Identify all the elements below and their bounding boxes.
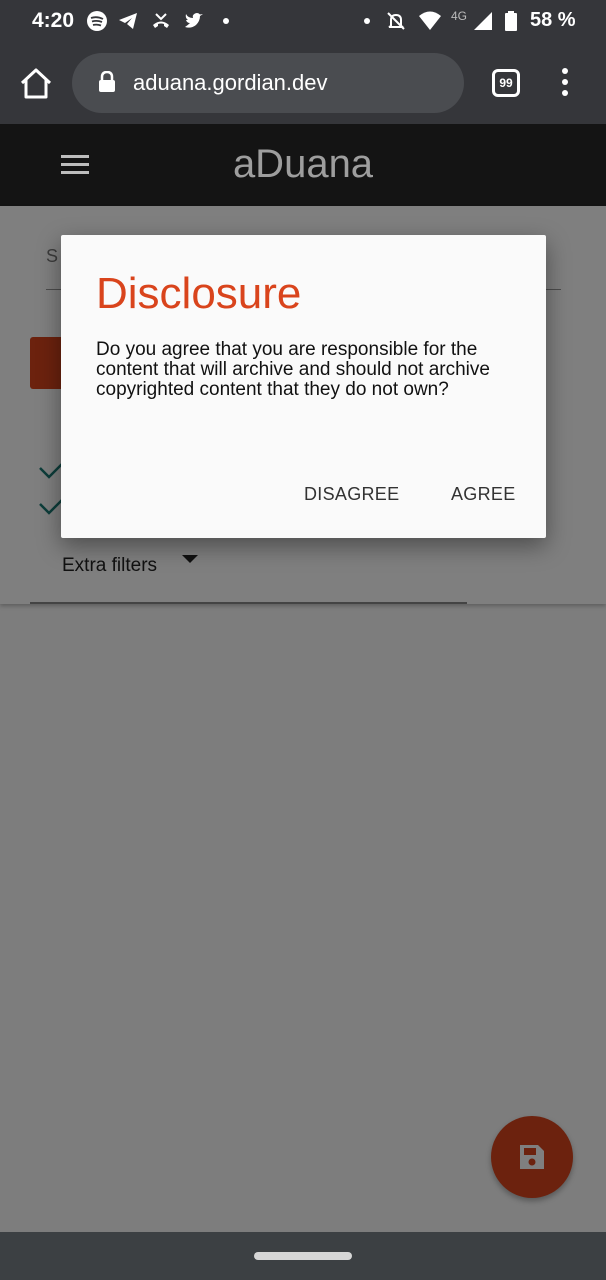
spotify-icon <box>87 11 107 31</box>
battery-icon <box>505 11 517 31</box>
notification-dot <box>364 18 370 24</box>
dialog-body: Do you agree that you are responsible fo… <box>96 339 490 400</box>
lock-icon <box>99 71 115 92</box>
app-header: aDuana <box>0 124 606 206</box>
cell-signal-icon <box>474 12 492 30</box>
status-bar: 4:20 4G 58 % <box>0 0 606 42</box>
notification-dot <box>223 18 229 24</box>
disclosure-dialog: Disclosure Do you agree that you are res… <box>61 235 546 538</box>
missed-call-icon <box>153 13 169 28</box>
browser-toolbar: aduana.gordian.dev 99 <box>0 42 606 124</box>
status-time: 4:20 <box>32 9 75 32</box>
overflow-menu-icon[interactable] <box>558 68 572 98</box>
home-icon[interactable] <box>18 66 54 102</box>
wifi-icon <box>419 11 441 30</box>
tab-switcher-button[interactable]: 99 <box>492 69 520 97</box>
gesture-handle[interactable] <box>254 1252 352 1260</box>
battery-percent: 58 % <box>530 9 576 31</box>
disagree-button[interactable]: DISAGREE <box>304 484 399 505</box>
system-nav-bar <box>0 1232 606 1280</box>
bell-off-icon <box>387 12 405 30</box>
address-bar[interactable]: aduana.gordian.dev <box>72 53 464 113</box>
network-type: 4G <box>451 9 468 23</box>
dialog-title: Disclosure <box>96 269 302 318</box>
telegram-icon <box>119 13 137 29</box>
url-text: aduana.gordian.dev <box>133 70 328 95</box>
twitter-icon <box>185 12 203 28</box>
app-title: aDuana <box>232 142 374 186</box>
agree-button[interactable]: AGREE <box>451 484 516 505</box>
